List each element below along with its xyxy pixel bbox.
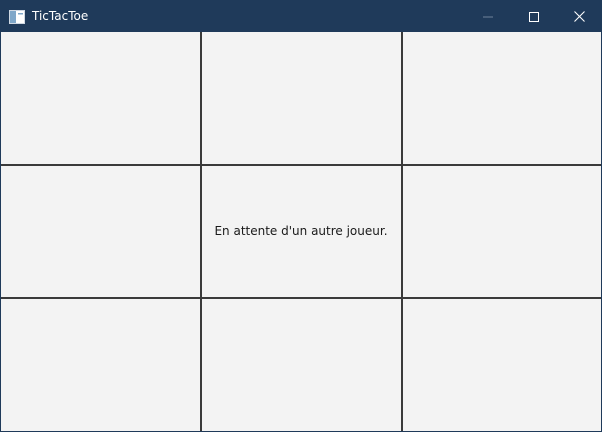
board-cell-3[interactable]: [402, 32, 601, 164]
maximize-button[interactable]: [511, 1, 557, 32]
board-cell-7[interactable]: [1, 298, 200, 431]
board-cell-1[interactable]: [1, 32, 200, 164]
board-cell-2[interactable]: [201, 32, 401, 164]
app-window-icon: [9, 9, 25, 24]
waiting-status-text: En attente d'un autre joueur.: [214, 224, 388, 238]
board-cell-6[interactable]: [402, 165, 601, 297]
board-cell-8[interactable]: [201, 298, 401, 431]
grid-line-vertical-2: [401, 32, 403, 431]
grid-line-horizontal-1: [1, 164, 601, 166]
minimize-button[interactable]: [465, 1, 511, 32]
minimize-icon: [483, 7, 493, 26]
grid-line-horizontal-2: [1, 297, 601, 299]
board-cell-4[interactable]: [1, 165, 200, 297]
grid-line-vertical-1: [200, 32, 202, 431]
maximize-icon: [529, 7, 539, 26]
title-bar[interactable]: TicTacToe: [1, 1, 601, 32]
close-icon: [573, 7, 585, 26]
board-cell-5-status[interactable]: En attente d'un autre joueur.: [201, 165, 401, 297]
game-board: En attente d'un autre joueur.: [1, 32, 601, 431]
window-title: TicTacToe: [32, 9, 89, 23]
close-button[interactable]: [556, 1, 602, 32]
board-cell-9[interactable]: [402, 298, 601, 431]
tictactoe-window: TicTacToe En attente d'un autre joueur.: [0, 0, 602, 432]
